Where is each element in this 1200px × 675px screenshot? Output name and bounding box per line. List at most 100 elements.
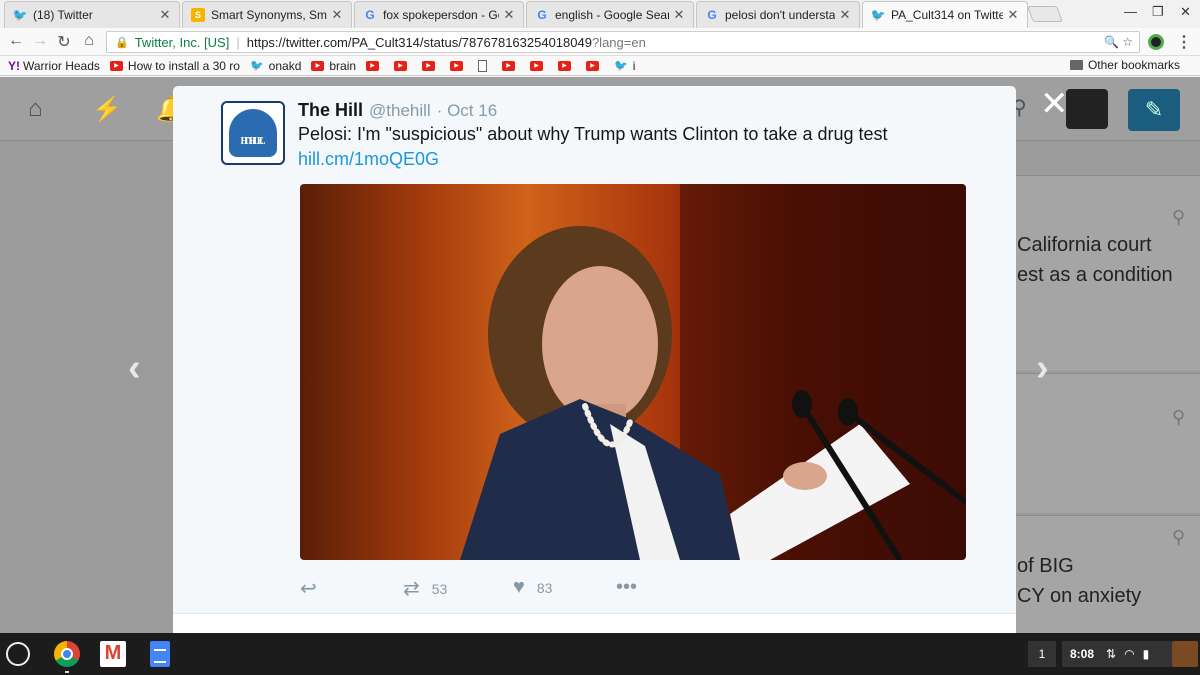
bookmark-install[interactable]: ▶ How to install a 30 ro bbox=[109, 58, 240, 73]
youtube-icon: ▶ bbox=[502, 60, 516, 71]
address-bar[interactable]: 🔒 Twitter, Inc. [US] | https://twitter.c… bbox=[106, 31, 1140, 53]
youtube-icon: ▶ bbox=[394, 60, 408, 71]
close-window-icon[interactable]: ✕ bbox=[1180, 4, 1191, 20]
bookmark-brain[interactable]: ▶ brain bbox=[311, 59, 356, 73]
forward-icon[interactable]: → bbox=[30, 32, 50, 50]
google-icon: G bbox=[365, 8, 375, 22]
next-arrow-icon[interactable]: › bbox=[1036, 347, 1049, 390]
close-icon[interactable]: ✕ bbox=[673, 7, 685, 23]
close-icon[interactable]: ✕ bbox=[331, 7, 343, 23]
tab-smart-synonyms[interactable]: S Smart Synonyms, Smart ✕ bbox=[182, 1, 352, 28]
tweet-actions: ↩ ⇄ 53 ♥ 83 ••• bbox=[298, 576, 698, 600]
reload-icon[interactable]: ↻ bbox=[54, 32, 74, 52]
bookmark-youtube[interactable]: ▶ bbox=[422, 60, 440, 71]
bookmark-document[interactable] bbox=[478, 59, 492, 72]
url-main: https://twitter.com/PA_Cult314/status/78… bbox=[246, 34, 592, 50]
folder-icon bbox=[1069, 60, 1083, 70]
bookmark-youtube[interactable]: ▶ bbox=[558, 60, 576, 71]
maximize-icon[interactable]: ❐ bbox=[1152, 4, 1164, 20]
smart-synonyms-icon: S bbox=[191, 8, 205, 22]
modal-footer bbox=[173, 613, 1016, 633]
document-icon bbox=[478, 59, 488, 72]
tab-title: Smart Synonyms, Smart bbox=[211, 8, 327, 22]
bookmarks-bar: Y! Warrior Heads ▶ How to install a 30 ro … bbox=[0, 56, 1200, 76]
reply-button[interactable]: ↩ bbox=[300, 576, 329, 601]
bookmark-youtube[interactable]: ▶ bbox=[366, 60, 384, 71]
bookmark-warrior-heads[interactable]: Y! Warrior Heads bbox=[8, 59, 100, 73]
chrome-icon[interactable] bbox=[54, 641, 80, 667]
twitter-icon: 🐦 bbox=[614, 60, 628, 72]
background-text: California court bbox=[1017, 234, 1152, 256]
tweet-link[interactable]: hill.cm/1moQE0G bbox=[298, 149, 439, 170]
status-tray[interactable]: 8:08 ⇅ ◠ ▮ bbox=[1062, 641, 1172, 667]
clock: 8:08 bbox=[1070, 647, 1095, 661]
retweet-button[interactable]: ⇄ 53 bbox=[403, 576, 447, 601]
security-label: Twitter, Inc. [US] bbox=[134, 34, 230, 50]
tab-title: PA_Cult314 on Twitter: " bbox=[891, 8, 1003, 22]
launcher-icon[interactable] bbox=[6, 642, 30, 666]
bookmark-youtube[interactable]: ▶ bbox=[502, 60, 520, 71]
bookmark-youtube[interactable]: ▶ bbox=[530, 60, 548, 71]
more-button[interactable]: ••• bbox=[616, 576, 649, 599]
moments-icon[interactable]: ⚡ bbox=[92, 95, 122, 124]
youtube-icon: ▶ bbox=[450, 60, 464, 71]
compose-tweet-button[interactable]: ✎ bbox=[1128, 89, 1180, 131]
home-icon[interactable]: ⌂ bbox=[28, 95, 43, 123]
close-modal-icon[interactable]: ✕ bbox=[1040, 87, 1069, 121]
running-indicator bbox=[65, 671, 69, 673]
background-card bbox=[1000, 373, 1200, 513]
new-tab-button[interactable] bbox=[1027, 6, 1063, 22]
lock-icon: 🔒 bbox=[115, 36, 129, 49]
docs-icon[interactable] bbox=[150, 641, 170, 667]
more-icon: ••• bbox=[616, 576, 638, 598]
close-icon[interactable]: ✕ bbox=[839, 7, 851, 23]
other-bookmarks[interactable]: Other bookmarks bbox=[1069, 58, 1180, 72]
tab-pelosi-search[interactable]: G pelosi don't understand ✕ bbox=[696, 1, 860, 28]
bookmark-onakd[interactable]: 🐦 onakd bbox=[250, 59, 301, 73]
minimize-icon[interactable]: — bbox=[1124, 4, 1137, 19]
tab-pa-cult-twitter[interactable]: 🐦 PA_Cult314 on Twitter: " ✕ bbox=[862, 1, 1028, 28]
zoom-star-icons[interactable]: 🔍 ☆ bbox=[1104, 35, 1133, 49]
tweet-date[interactable]: · Oct 16 bbox=[437, 101, 497, 121]
bookmark-label: brain bbox=[329, 58, 357, 73]
close-icon[interactable]: ✕ bbox=[159, 7, 171, 23]
photo-illustration bbox=[460, 184, 966, 560]
author-name[interactable]: The Hill bbox=[298, 100, 363, 121]
tab-title: pelosi don't understand bbox=[725, 8, 835, 22]
other-bookmarks-label: Other bookmarks bbox=[1087, 58, 1180, 72]
close-icon[interactable]: ✕ bbox=[1007, 7, 1019, 23]
youtube-icon: ▶ bbox=[586, 60, 600, 71]
like-button[interactable]: ♥ 83 bbox=[513, 576, 552, 599]
previous-arrow-icon[interactable]: ‹ bbox=[128, 347, 141, 390]
tweet-text: Pelosi: I'm "suspicious" about why Trump… bbox=[298, 124, 888, 144]
author-handle[interactable]: @thehill bbox=[369, 101, 431, 121]
tab-twitter[interactable]: 🐦 (18) Twitter ✕ bbox=[4, 1, 180, 28]
menu-icon[interactable]: ⋮ bbox=[1174, 32, 1194, 52]
bookmark-label: How to install a 30 ro bbox=[127, 58, 240, 73]
avatar[interactable] bbox=[1066, 89, 1108, 129]
youtube-icon: ▶ bbox=[530, 60, 544, 71]
tab-title: (18) Twitter bbox=[33, 8, 93, 22]
tab-fox-search[interactable]: G fox spokepersdon - Goo ✕ bbox=[354, 1, 524, 28]
bookmark-youtube[interactable]: ▶ bbox=[586, 60, 604, 71]
logo-shape: THE HILL bbox=[229, 109, 277, 157]
tab-english-search[interactable]: G english - Google Search ✕ bbox=[526, 1, 694, 28]
tweet-photo[interactable] bbox=[300, 184, 966, 560]
bookmark-twitter-i[interactable]: 🐦 i bbox=[614, 59, 635, 73]
close-icon[interactable]: ✕ bbox=[503, 7, 515, 23]
twitter-icon: 🐦 bbox=[12, 8, 28, 22]
gmail-icon[interactable] bbox=[100, 641, 126, 667]
back-icon[interactable]: ← bbox=[6, 32, 26, 50]
bookmark-youtube[interactable]: ▶ bbox=[394, 60, 412, 71]
tab-strip: 🐦 (18) Twitter ✕ S Smart Synonyms, Smart… bbox=[0, 0, 1200, 28]
home-icon[interactable]: ⌂ bbox=[79, 32, 99, 50]
bookmark-youtube[interactable]: ▶ bbox=[450, 60, 468, 71]
bookmark-label: Warrior Heads bbox=[23, 58, 100, 73]
location-pin-icon: ⚲ bbox=[1172, 207, 1186, 227]
url-query: ?lang=en bbox=[591, 34, 646, 50]
avatar[interactable] bbox=[1172, 641, 1198, 667]
the-hill-logo[interactable]: THE HILL bbox=[221, 101, 285, 165]
extension-icon[interactable] bbox=[1148, 34, 1164, 50]
notification-counter[interactable]: 1 bbox=[1028, 641, 1056, 667]
yahoo-icon: Y! bbox=[8, 58, 20, 73]
